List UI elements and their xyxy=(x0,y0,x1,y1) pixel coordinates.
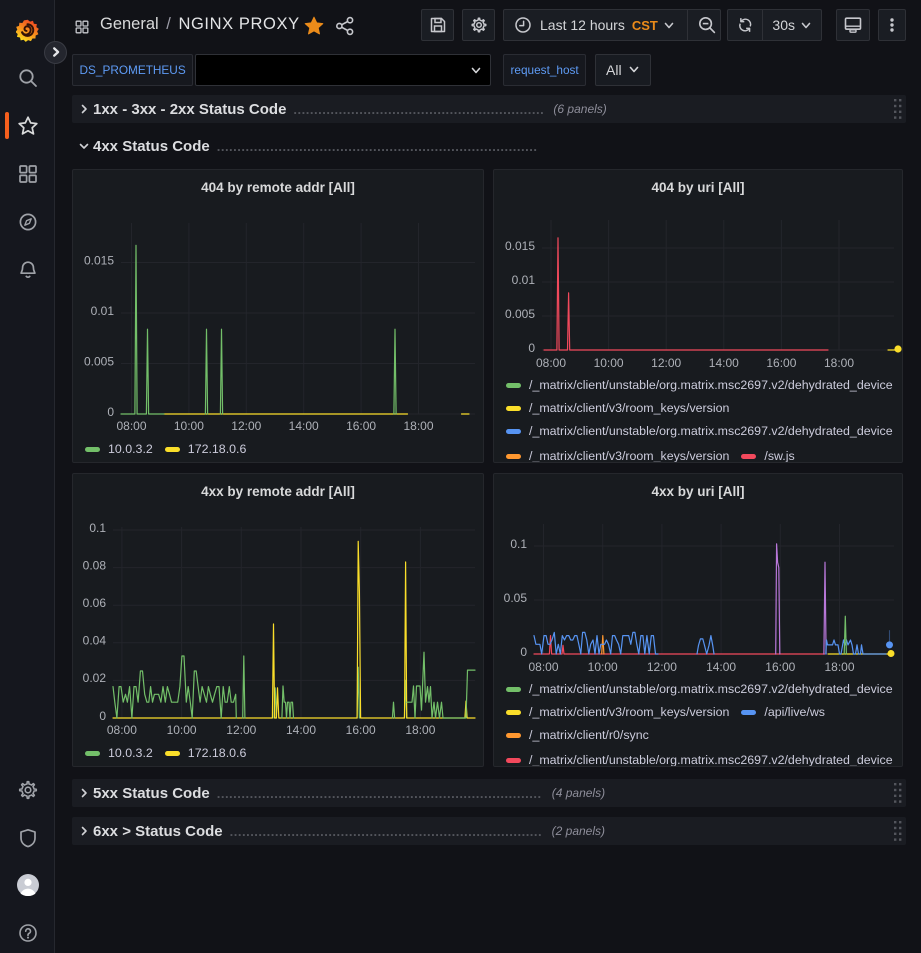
svg-text:0: 0 xyxy=(528,341,535,355)
svg-text:10:00: 10:00 xyxy=(174,419,204,433)
svg-text:0.02: 0.02 xyxy=(83,671,107,685)
svg-text:0.005: 0.005 xyxy=(84,354,114,368)
svg-text:08:00: 08:00 xyxy=(107,723,137,737)
svg-text:08:00: 08:00 xyxy=(528,660,558,674)
svg-text:0: 0 xyxy=(107,405,114,419)
svg-text:16:00: 16:00 xyxy=(346,419,376,433)
svg-text:18:00: 18:00 xyxy=(403,419,433,433)
svg-text:0.015: 0.015 xyxy=(505,239,535,253)
svg-text:10:00: 10:00 xyxy=(594,356,624,370)
svg-text:12:00: 12:00 xyxy=(226,723,256,737)
svg-text:18:00: 18:00 xyxy=(824,356,854,370)
svg-text:0.005: 0.005 xyxy=(505,307,535,321)
svg-text:0.015: 0.015 xyxy=(84,253,114,267)
svg-text:10:00: 10:00 xyxy=(167,723,197,737)
svg-text:0.01: 0.01 xyxy=(512,273,536,287)
svg-text:0: 0 xyxy=(99,709,106,723)
svg-text:0.05: 0.05 xyxy=(504,591,528,605)
svg-text:18:00: 18:00 xyxy=(405,723,435,737)
svg-text:12:00: 12:00 xyxy=(651,356,681,370)
svg-text:0.08: 0.08 xyxy=(83,558,107,572)
svg-text:0.1: 0.1 xyxy=(510,537,527,551)
svg-text:10:00: 10:00 xyxy=(588,660,618,674)
svg-text:12:00: 12:00 xyxy=(647,660,677,674)
svg-text:0.01: 0.01 xyxy=(91,304,115,318)
svg-text:16:00: 16:00 xyxy=(765,660,795,674)
svg-text:08:00: 08:00 xyxy=(116,419,146,433)
svg-text:16:00: 16:00 xyxy=(766,356,796,370)
svg-text:12:00: 12:00 xyxy=(231,419,261,433)
svg-text:0: 0 xyxy=(520,645,527,659)
svg-text:14:00: 14:00 xyxy=(706,660,736,674)
svg-text:14:00: 14:00 xyxy=(286,723,316,737)
svg-text:16:00: 16:00 xyxy=(346,723,376,737)
svg-text:0.06: 0.06 xyxy=(83,596,107,610)
svg-text:14:00: 14:00 xyxy=(289,419,319,433)
svg-text:18:00: 18:00 xyxy=(824,660,854,674)
svg-text:0.04: 0.04 xyxy=(83,634,107,648)
svg-text:08:00: 08:00 xyxy=(536,356,566,370)
svg-text:0.1: 0.1 xyxy=(89,521,106,535)
svg-text:14:00: 14:00 xyxy=(709,356,739,370)
